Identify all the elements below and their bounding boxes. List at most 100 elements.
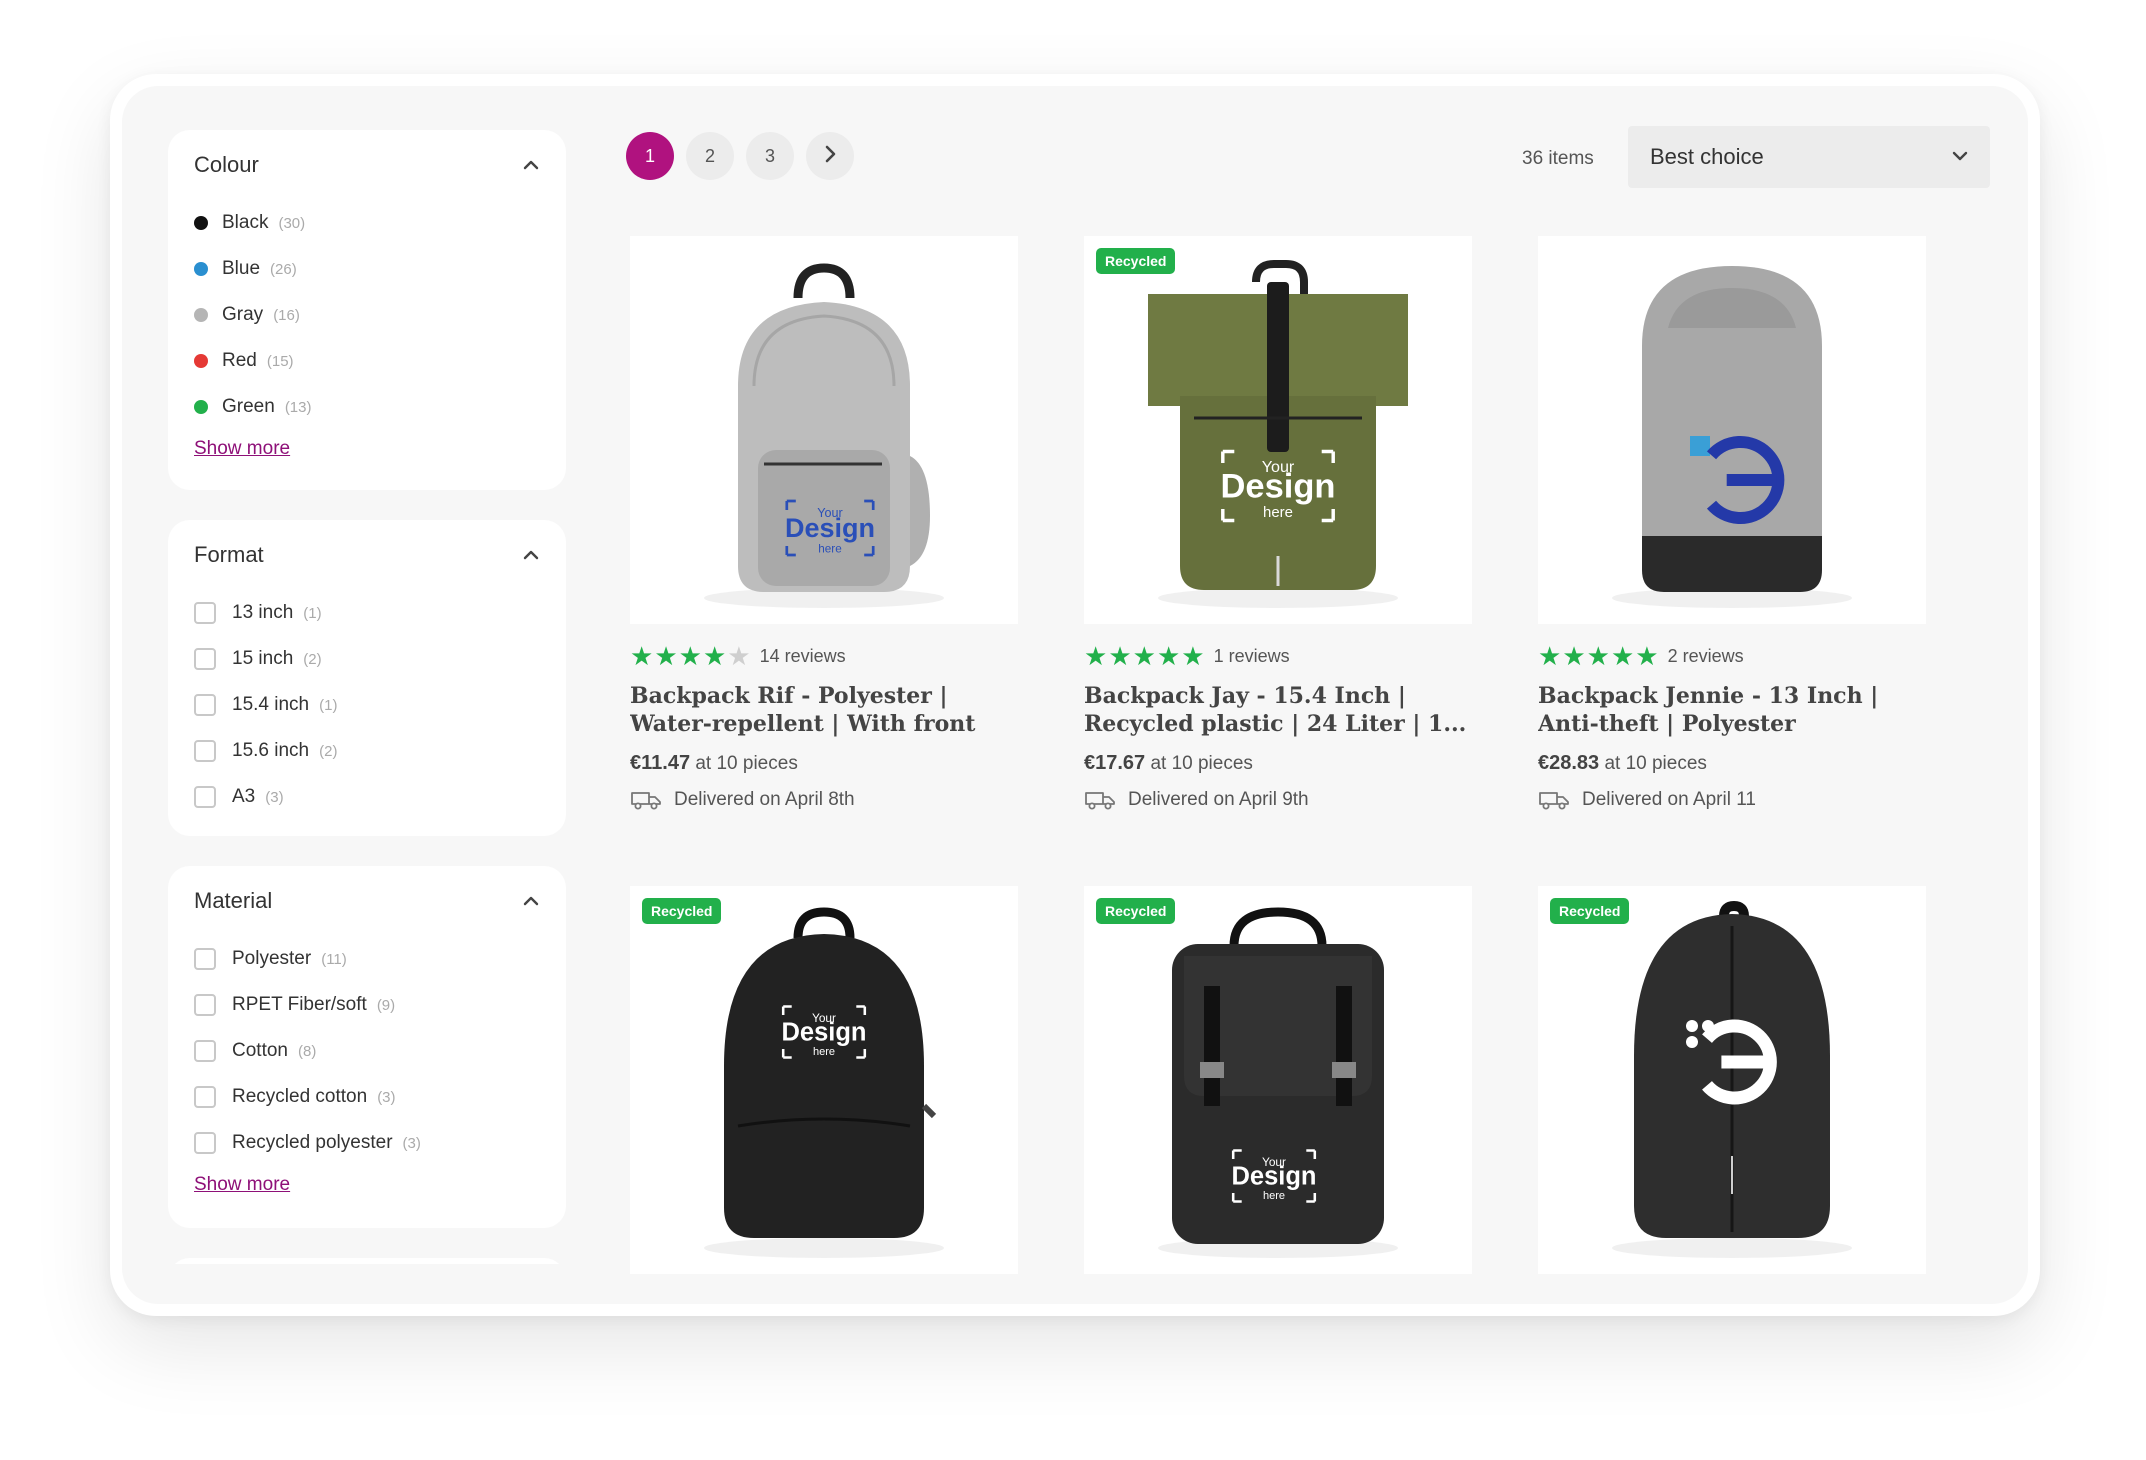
star-icon: ★ bbox=[654, 641, 678, 671]
material-option-count: (8) bbox=[297, 1042, 317, 1060]
svg-text:here: here bbox=[1263, 1190, 1285, 1202]
price-note: at 10 pieces bbox=[1604, 753, 1707, 774]
format-option-count: (3) bbox=[265, 788, 284, 806]
format-filter-option[interactable]: 15 inch (2) bbox=[194, 636, 540, 682]
delivery-info: Delivered on April 8th bbox=[630, 789, 1018, 811]
format-filter-list: 13 inch (1) 15 inch (2) 15.4 inch (1) 15.6 inc… bbox=[194, 590, 540, 820]
next-page-button[interactable] bbox=[806, 132, 854, 180]
material-checkbox[interactable] bbox=[194, 1086, 216, 1108]
product-card[interactable]: Recycled Your Design here bbox=[1084, 886, 1472, 1274]
product-image[interactable]: Your Design here bbox=[630, 236, 1018, 624]
format-checkbox[interactable] bbox=[194, 740, 216, 762]
product-image[interactable]: Recycled bbox=[1538, 886, 1926, 1274]
colour-option-count: (26) bbox=[270, 260, 297, 278]
colour-filter-option[interactable]: Green (13) bbox=[194, 384, 540, 430]
star-icon: ★ bbox=[1181, 641, 1205, 671]
star-icon: ★ bbox=[1084, 641, 1108, 671]
sort-select[interactable]: Best choice bbox=[1628, 126, 1990, 188]
items-count: 36 items bbox=[1522, 148, 1594, 169]
svg-text:Design: Design bbox=[785, 513, 875, 543]
format-option-count: (1) bbox=[319, 696, 338, 714]
pagination: 1 2 3 bbox=[626, 132, 854, 180]
format-filter-panel: Format 13 inch (1) 15 inch (2) 15.4 inch (1) 1… bbox=[168, 520, 566, 836]
star-icon: ★ bbox=[1610, 641, 1635, 671]
format-option-label: 13 inch bbox=[232, 602, 294, 623]
colour-swatch bbox=[194, 400, 208, 414]
product-title[interactable]: Backpack Jennie - 13 Inch | Anti-theft |… bbox=[1538, 682, 1926, 738]
format-filter-option[interactable]: 15.4 inch (1) bbox=[194, 682, 540, 728]
product-card[interactable]: Your Design here ★ ★ ★ ★ ★ 14 reviews Backpack… bbox=[630, 236, 1018, 811]
product-title[interactable]: Backpack Rif - Polyester | Water-repelle… bbox=[630, 682, 1018, 738]
material-filter-option[interactable]: Cotton (8) bbox=[194, 1028, 540, 1074]
material-filter-list: Polyester (11) RPET Fiber/soft (9) Cotton (8)… bbox=[194, 936, 540, 1166]
star-icon: ★ bbox=[1562, 641, 1586, 671]
product-card[interactable]: Recycled Your Design here ★ ★ ★ ★ ★ 1 reviews… bbox=[1084, 236, 1472, 811]
chevron-up-icon[interactable] bbox=[522, 546, 540, 564]
format-checkbox[interactable] bbox=[194, 694, 216, 716]
reviews-count[interactable]: 14 reviews bbox=[760, 646, 846, 667]
device-frame: Colour Black (30) Blue (26) Gray (16) Red (15) G… bbox=[110, 74, 2040, 1316]
page-button-1[interactable]: 1 bbox=[626, 132, 674, 180]
product-card[interactable]: Recycled bbox=[1538, 886, 1926, 1274]
material-checkbox[interactable] bbox=[194, 994, 216, 1016]
page-button-3[interactable]: 3 bbox=[746, 132, 794, 180]
svg-text:here: here bbox=[813, 1046, 835, 1058]
format-option-count: (1) bbox=[303, 604, 322, 622]
price-value: €17.67 bbox=[1084, 752, 1146, 774]
colour-swatch bbox=[194, 354, 208, 368]
reviews-count[interactable]: 2 reviews bbox=[1668, 646, 1744, 667]
star-icon: ★ bbox=[678, 641, 702, 671]
page-button-2[interactable]: 2 bbox=[686, 132, 734, 180]
material-filter-header[interactable]: Material bbox=[194, 866, 540, 936]
format-filter-option[interactable]: A3 (3) bbox=[194, 774, 540, 820]
product-image[interactable]: Recycled Your Design here bbox=[1084, 886, 1472, 1274]
price-note: at 10 pieces bbox=[1150, 753, 1253, 774]
svg-text:Design: Design bbox=[781, 1019, 866, 1047]
material-checkbox[interactable] bbox=[194, 1132, 216, 1154]
colour-swatch bbox=[194, 216, 208, 230]
material-checkbox[interactable] bbox=[194, 1040, 216, 1062]
material-filter-option[interactable]: Polyester (11) bbox=[194, 936, 540, 982]
product-image[interactable]: Recycled Your Design here bbox=[1084, 236, 1472, 624]
backpack-illustration: Your Design here bbox=[704, 263, 944, 608]
backpack-illustration: Your Design here bbox=[1148, 260, 1408, 608]
delivery-info: Delivered on April 11 bbox=[1538, 789, 1926, 811]
format-filter-option[interactable]: 15.6 inch (2) bbox=[194, 728, 540, 774]
product-title[interactable]: Backpack Jay - 15.4 Inch | Recycled plas… bbox=[1084, 682, 1472, 738]
recycled-badge: Recycled bbox=[1096, 248, 1176, 274]
format-checkbox[interactable] bbox=[194, 648, 216, 670]
material-filter-option[interactable]: RPET Fiber/soft (9) bbox=[194, 982, 540, 1028]
colour-option-label: Blue bbox=[222, 258, 261, 279]
colour-swatch bbox=[194, 308, 208, 322]
material-checkbox[interactable] bbox=[194, 948, 216, 970]
product-image[interactable] bbox=[1538, 236, 1926, 624]
format-filter-option[interactable]: 13 inch (1) bbox=[194, 590, 540, 636]
material-filter-option[interactable]: Recycled polyester (3) bbox=[194, 1120, 540, 1166]
product-card[interactable]: ★ ★ ★ ★ ★ 2 reviews Backpack Jennie - 13 Inch … bbox=[1538, 236, 1926, 811]
colour-filter-header[interactable]: Colour bbox=[194, 130, 540, 200]
colour-filter-option[interactable]: Red (15) bbox=[194, 338, 540, 384]
colour-option-count: (15) bbox=[266, 352, 294, 370]
product-price: €11.47 at 10 pieces bbox=[630, 752, 1018, 775]
star-icon: ★ bbox=[1108, 641, 1132, 671]
delivery-text: Delivered on April 9th bbox=[1128, 789, 1309, 810]
product-image[interactable]: Recycled Your Design here bbox=[630, 886, 1018, 1274]
colour-filter-option[interactable]: Black (30) bbox=[194, 200, 540, 246]
format-filter-header[interactable]: Format bbox=[194, 520, 540, 590]
colour-filter-option[interactable]: Gray (16) bbox=[194, 292, 540, 338]
svg-text:here: here bbox=[1263, 504, 1293, 521]
material-show-more-link[interactable]: Show more bbox=[194, 1174, 290, 1196]
colour-filter-option[interactable]: Blue (26) bbox=[194, 246, 540, 292]
svg-text:Design: Design bbox=[1231, 1163, 1316, 1191]
product-card[interactable]: Recycled Your Design here bbox=[630, 886, 1018, 1274]
format-checkbox[interactable] bbox=[194, 786, 216, 808]
format-checkbox[interactable] bbox=[194, 602, 216, 624]
material-filter-option[interactable]: Recycled cotton (3) bbox=[194, 1074, 540, 1120]
material-option-count: (3) bbox=[377, 1088, 396, 1106]
reviews-count[interactable]: 1 reviews bbox=[1214, 646, 1290, 667]
chevron-up-icon[interactable] bbox=[522, 156, 540, 174]
chevron-up-icon[interactable] bbox=[522, 892, 540, 910]
colour-show-more-link[interactable]: Show more bbox=[194, 438, 290, 460]
recycled-badge: Recycled bbox=[642, 898, 722, 924]
next-filter-panel bbox=[168, 1258, 566, 1264]
